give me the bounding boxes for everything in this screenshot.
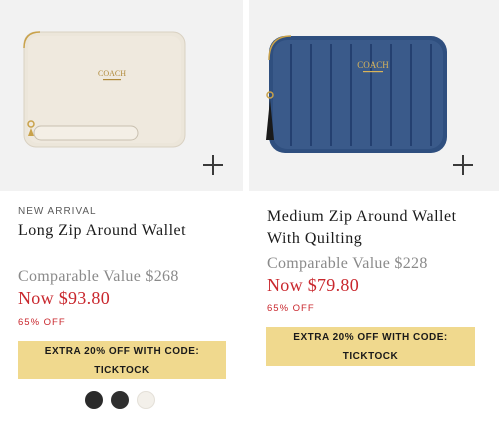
comparable-value: Comparable Value $268	[18, 268, 179, 285]
color-swatch-black[interactable]	[85, 391, 103, 409]
promo-code-banner: EXTRA 20% OFF WITH CODE: TICKTOCK	[18, 341, 226, 379]
product-title-line2: With Quilting	[267, 230, 363, 247]
product-title[interactable]: Medium Zip Around Wallet With Quilting	[267, 206, 457, 250]
product-title[interactable]: Long Zip Around Wallet	[18, 220, 186, 242]
sale-price: Now $79.80	[267, 275, 359, 295]
sale-price: Now $93.80	[18, 288, 110, 308]
comparable-value: Comparable Value $228	[267, 255, 428, 272]
promo-code-banner: EXTRA 20% OFF WITH CODE: TICKTOCK	[266, 327, 475, 366]
discount-label: 65% OFF	[267, 303, 315, 314]
discount-label: 65% OFF	[18, 317, 66, 328]
color-swatch-chalk[interactable]	[137, 391, 155, 409]
add-to-bag-icon[interactable]	[203, 155, 223, 175]
product-image-long-zip-wallet[interactable]: COACH	[0, 0, 243, 191]
add-to-bag-icon[interactable]	[453, 155, 473, 175]
promo-code: TICKTOCK	[342, 351, 399, 362]
promo-code: TICKTOCK	[94, 365, 150, 376]
product-title-line1: Medium Zip Around Wallet	[267, 208, 457, 225]
promo-text: EXTRA 20% OFF WITH CODE:	[293, 332, 448, 343]
promo-text: EXTRA 20% OFF WITH CODE:	[44, 346, 200, 357]
product-image-medium-zip-wallet[interactable]: COACH	[249, 0, 499, 191]
coach-logo: COACH	[357, 60, 389, 70]
color-swatch-charcoal[interactable]	[111, 391, 129, 409]
coach-logo: COACH	[98, 69, 126, 78]
new-arrival-badge: NEW ARRIVAL	[18, 206, 97, 217]
